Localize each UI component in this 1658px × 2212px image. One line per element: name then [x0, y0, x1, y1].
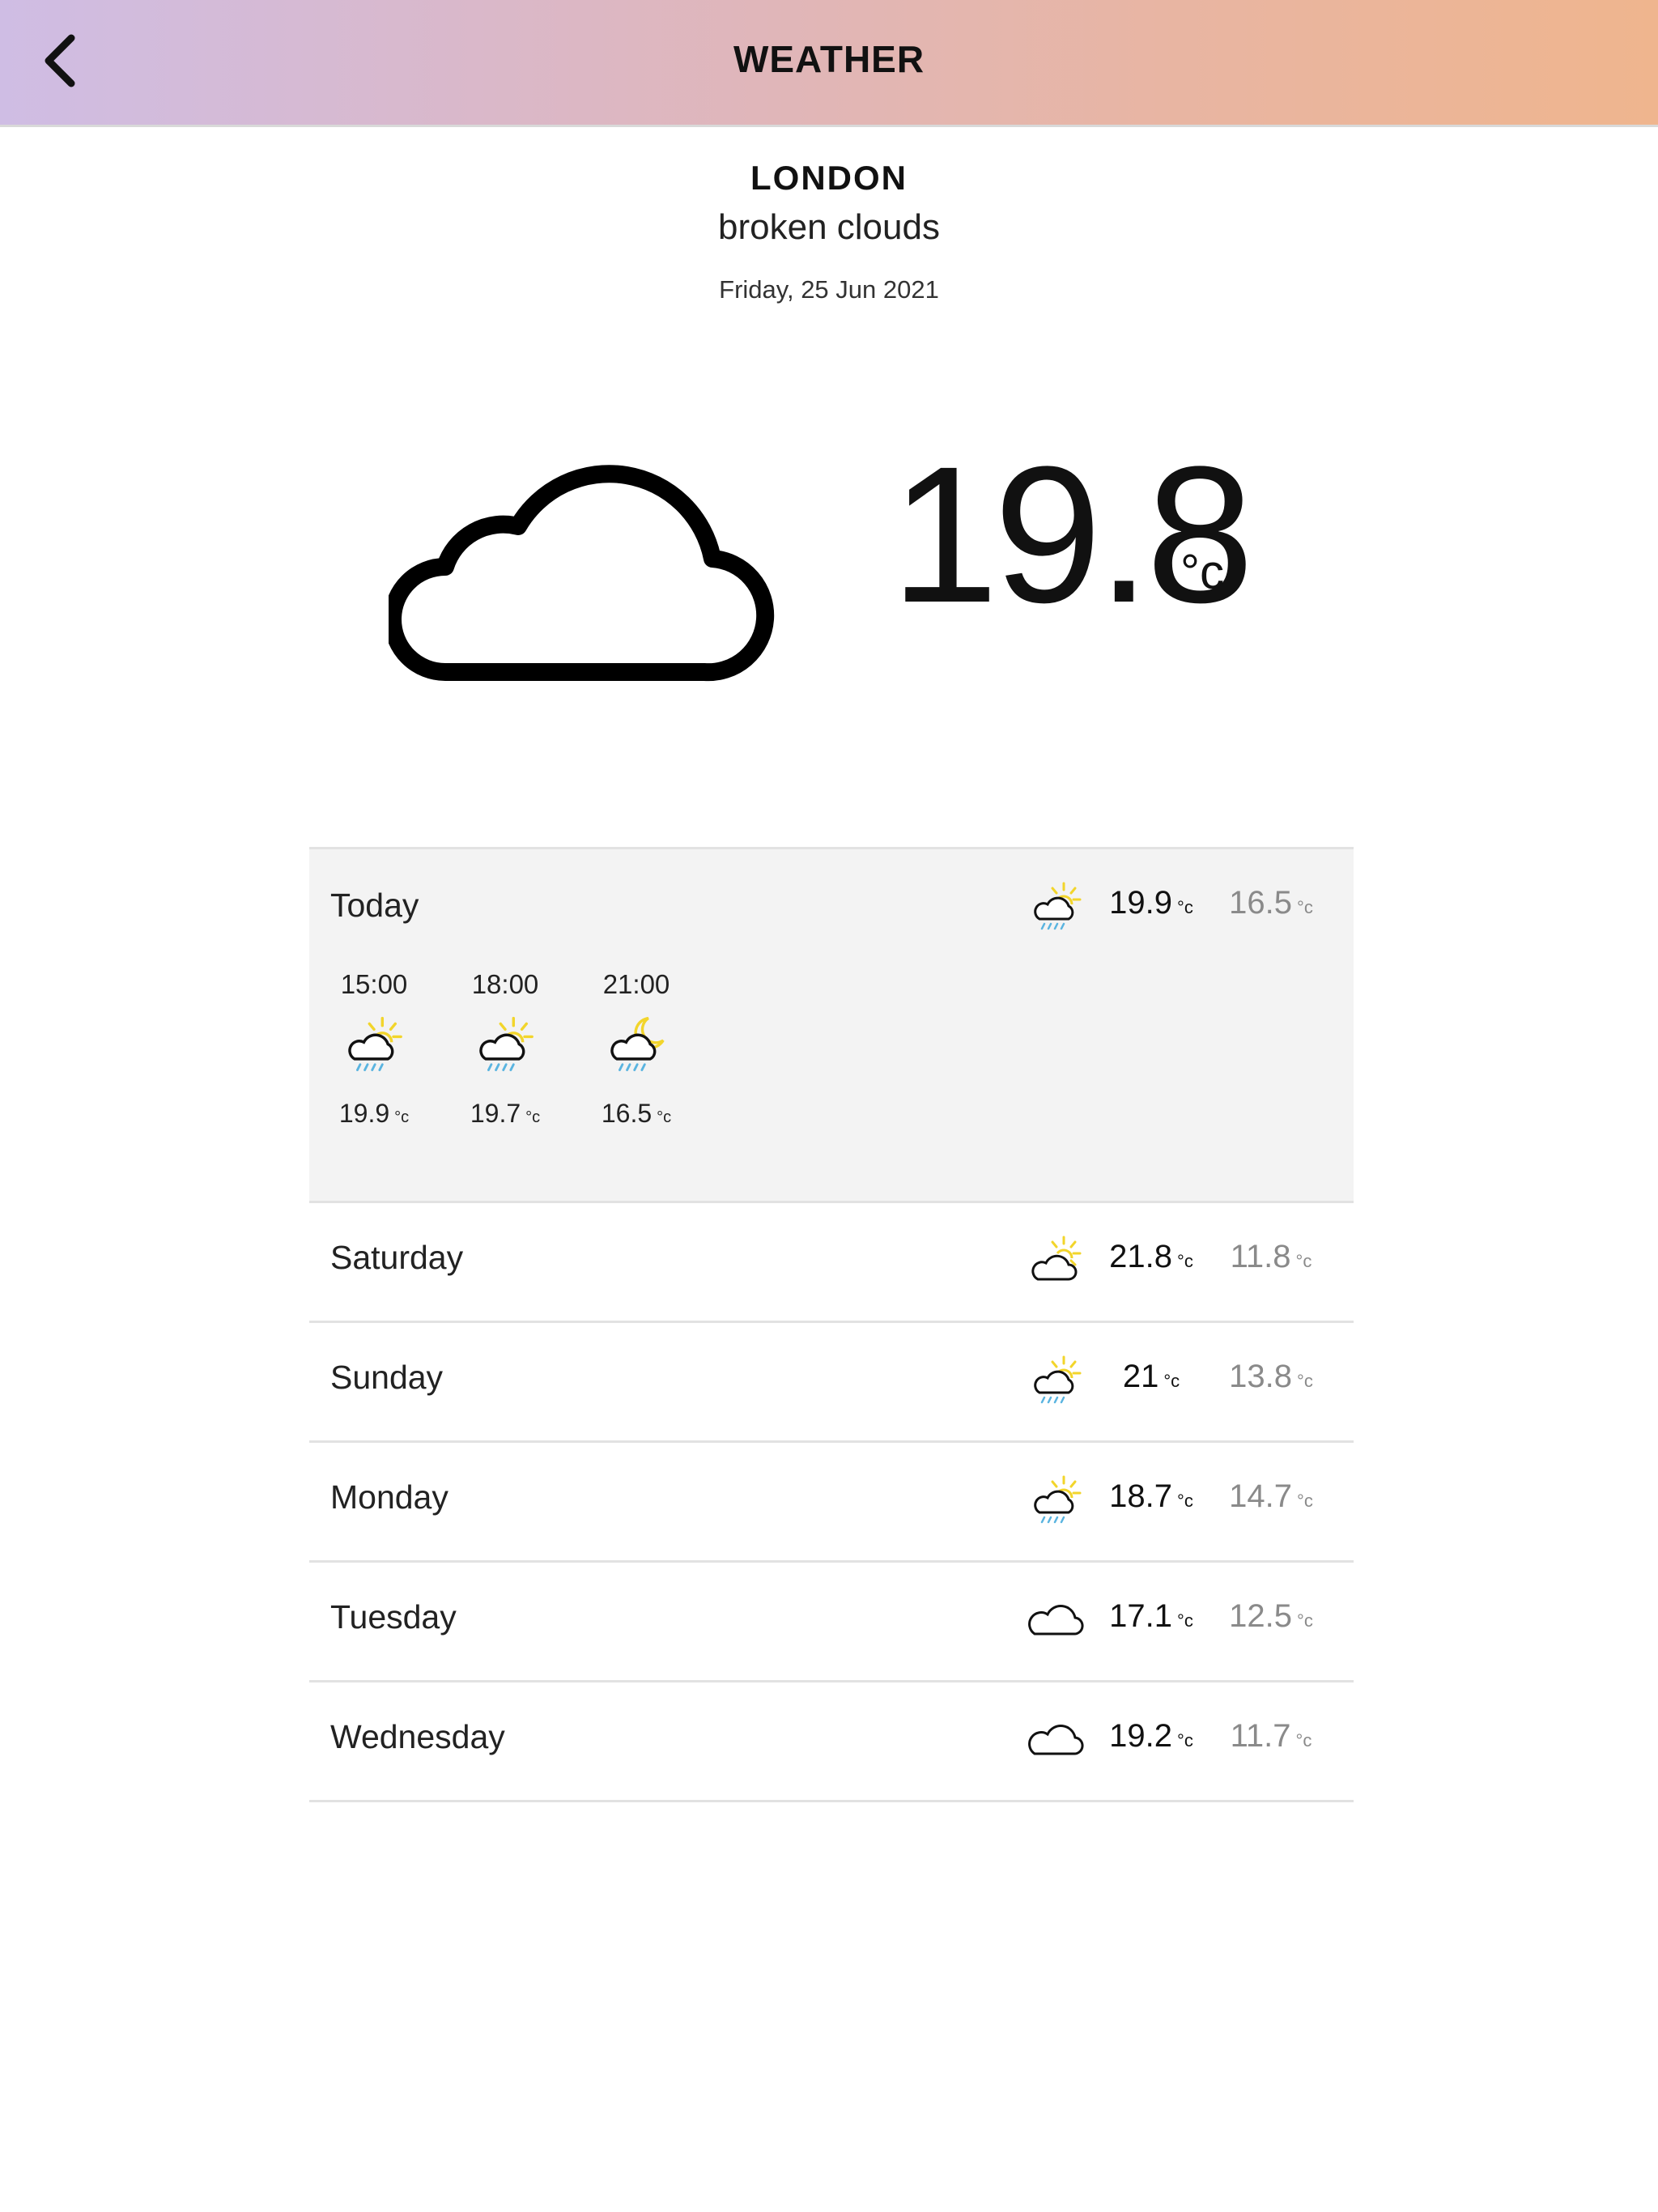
cloud-icon [1028, 1593, 1085, 1650]
high-temperature: 21.8 °c [1109, 1239, 1193, 1274]
high-temperature: 18.7 °c [1109, 1478, 1193, 1514]
page-title: WEATHER [733, 38, 925, 80]
low-temperature: 14.7 °c [1229, 1478, 1313, 1514]
low-temperature: 16.5 °c [1229, 885, 1313, 921]
hourly-item: 21:00 16.5 °c [588, 969, 685, 1129]
day-row-saturday[interactable]: Saturday 21.8 °c 11.8 °c [309, 1203, 1354, 1323]
sun-cloud-rain-icon [1028, 1354, 1085, 1410]
day-name: Sunday [330, 1359, 444, 1396]
day-row-sunday[interactable]: Sunday 21 °c 13.8 °c [309, 1323, 1354, 1443]
current-temperature-unit: °c [1180, 545, 1224, 599]
sun-cloud-rain-icon [1028, 1474, 1085, 1530]
hour-time: 18:00 [471, 969, 539, 999]
city-name: LONDON [750, 159, 908, 197]
low-temperature: 11.8 °c [1230, 1239, 1312, 1274]
high-temperature: 17.1 °c [1109, 1598, 1193, 1634]
weather-description: broken clouds [718, 207, 940, 247]
sun-cloud-rain-icon [1028, 880, 1085, 937]
cloud-icon [1028, 1713, 1085, 1770]
hour-temperature: 16.5 °c [601, 1099, 672, 1128]
low-temperature: 12.5 °c [1229, 1598, 1313, 1634]
day-name: Today [330, 887, 419, 924]
low-temperature: 13.8 °c [1229, 1359, 1313, 1394]
forecast-list: Today 19.9 °c 16.5 °c 15:00 19.9 °c 18:0… [309, 847, 1354, 1802]
hour-time: 21:00 [602, 969, 670, 999]
current-temperature: 19.8 [891, 426, 1254, 643]
cloud-icon [389, 465, 775, 682]
moon-cloud-rain-icon [604, 1015, 669, 1079]
sun-cloud-rain-icon [342, 1015, 406, 1079]
current-date: Friday, 25 Jun 2021 [719, 275, 939, 304]
low-temperature: 11.7 °c [1230, 1718, 1312, 1754]
day-name: Monday [330, 1478, 449, 1516]
high-temperature: 21 °c [1122, 1359, 1180, 1394]
day-name: Tuesday [330, 1598, 457, 1636]
hour-temperature: 19.7 °c [470, 1099, 541, 1128]
day-row-tuesday[interactable]: Tuesday 17.1 °c 12.5 °c [309, 1563, 1354, 1682]
today-row[interactable]: Today 19.9 °c 16.5 °c 15:00 19.9 °c 18:0… [309, 847, 1354, 1203]
app-header: WEATHER [0, 0, 1658, 127]
hourly-item: 18:00 19.7 °c [457, 969, 554, 1129]
day-row-monday[interactable]: Monday 18.7 °c 14.7 °c [309, 1443, 1354, 1563]
hour-time: 15:00 [340, 969, 408, 999]
high-temperature: 19.2 °c [1109, 1718, 1193, 1754]
day-name: Saturday [330, 1239, 464, 1276]
day-name: Wednesday [330, 1718, 505, 1755]
day-row-wednesday[interactable]: Wednesday 19.2 °c 11.7 °c [309, 1682, 1354, 1802]
sun-cloud-rain-icon [473, 1015, 538, 1079]
high-temperature: 19.9 °c [1109, 885, 1193, 921]
hourly-item: 15:00 19.9 °c [325, 969, 423, 1129]
hour-temperature: 19.9 °c [338, 1099, 410, 1128]
sun-cloud-icon [1028, 1234, 1085, 1291]
